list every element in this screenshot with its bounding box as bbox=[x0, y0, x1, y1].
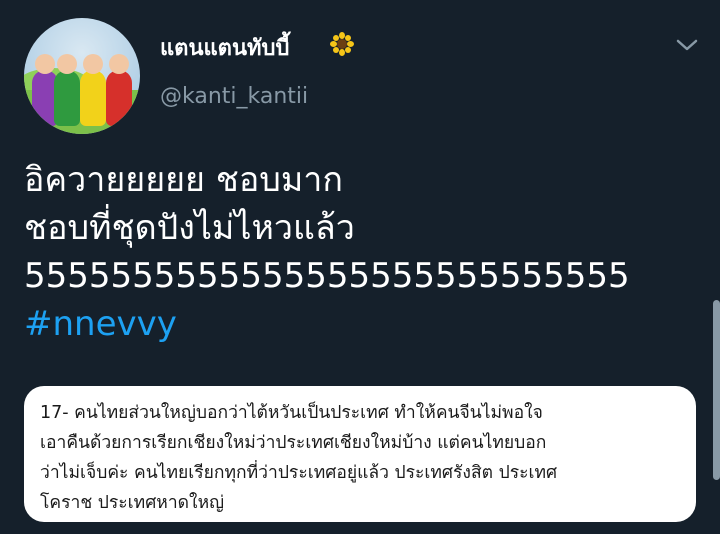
tweet-text: อิควายยยยย ชอบมาก ชอบที่ชุดปังไม่ไหวแล้ว… bbox=[24, 156, 684, 348]
avatar-figure-red bbox=[106, 54, 132, 126]
image-text-line: เอาคืนด้วยการเรียกเชียงใหม่ว่าประเทศเชีย… bbox=[40, 433, 547, 453]
tweet-line: อิควายยยยย ชอบมาก bbox=[24, 160, 343, 200]
avatar-figure-green bbox=[54, 54, 80, 126]
tweet-line: ชอบที่ชุดปังไม่ไหวแล้ว bbox=[24, 208, 355, 248]
tweet-line: 5555555555555555555555555555 bbox=[24, 256, 630, 296]
tweet: แตนแตนทับบี้ @kanti_kantii อิควายยยยย ชอ… bbox=[0, 0, 720, 534]
avatar[interactable] bbox=[24, 18, 140, 134]
sunflower-icon bbox=[330, 32, 354, 56]
chevron-down-icon[interactable] bbox=[674, 36, 700, 54]
avatar-figure-yellow bbox=[80, 54, 106, 126]
author-handle[interactable]: @kanti_kantii bbox=[160, 84, 308, 109]
author-display-name[interactable]: แตนแตนทับบี้ bbox=[160, 30, 289, 65]
image-text-line: โคราช ประเทศหาดใหญ่ bbox=[40, 493, 225, 513]
image-text-line: ว่าไม่เจ็บค่ะ คนไทยเรียกทุกที่ว่าประเทศอ… bbox=[40, 463, 558, 483]
attached-image[interactable]: 17- คนไทยส่วนใหญ่บอกว่าไต้หวันเป็นประเทศ… bbox=[24, 386, 696, 522]
hashtag-link[interactable]: #nnevvy bbox=[24, 300, 684, 348]
image-text-line: 17- คนไทยส่วนใหญ่บอกว่าไต้หวันเป็นประเทศ… bbox=[40, 403, 543, 423]
scrollbar[interactable] bbox=[713, 300, 720, 480]
